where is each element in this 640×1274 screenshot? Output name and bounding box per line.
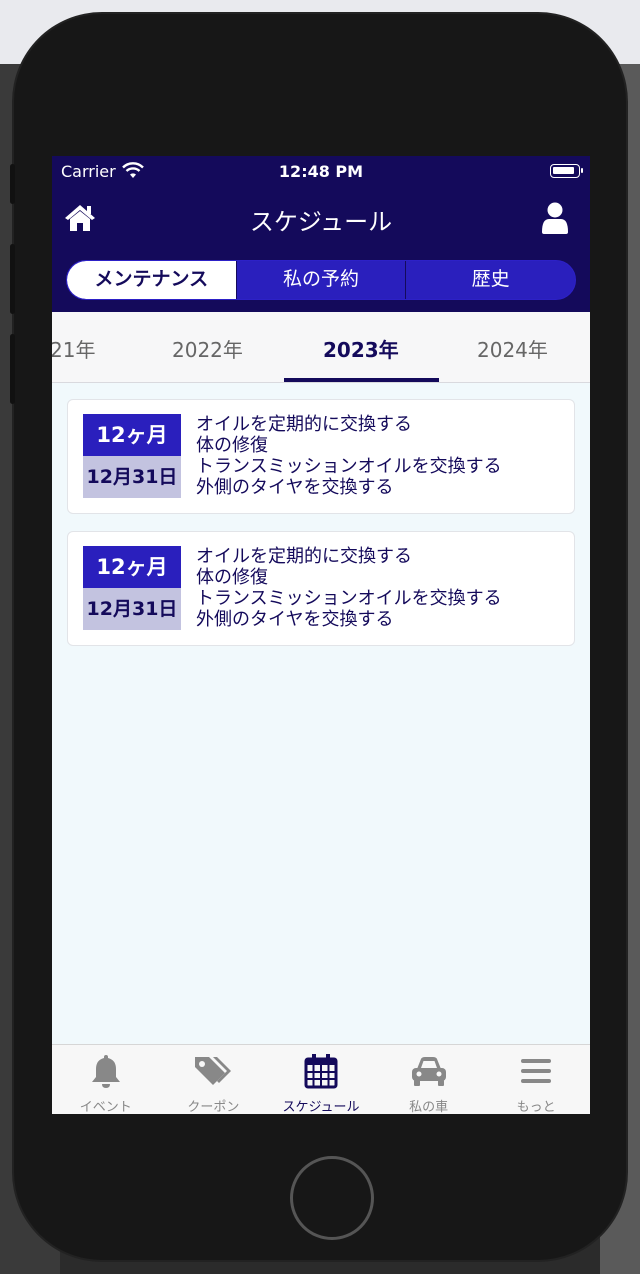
selected-year-indicator xyxy=(284,378,439,382)
home-hardware-button[interactable] xyxy=(290,1156,374,1240)
tab-label: もっと xyxy=(516,1100,556,1114)
segment-bar: メンテナンス 私の予約 歴史 xyxy=(52,246,590,312)
segment-history[interactable]: 歴史 xyxy=(405,261,575,299)
tab-label: スケジュール xyxy=(282,1100,360,1114)
tags-icon xyxy=(195,1057,232,1085)
task-item: 外側のタイヤを交換する xyxy=(196,609,394,630)
nav-bar: スケジュール xyxy=(52,188,590,246)
tab-label: クーポン xyxy=(187,1100,240,1114)
task-item: トランスミッションオイルを交換する xyxy=(196,456,502,477)
tab-more[interactable]: もっと xyxy=(482,1045,590,1114)
tab-bar: イベント クーポン スケジュール 私の車 もっと xyxy=(52,1044,590,1114)
status-bar: Carrier 12:48 PM xyxy=(52,156,590,188)
tab-my-car[interactable]: 私の車 xyxy=(375,1045,483,1114)
schedule-card[interactable]: 12ヶ月 12月31日 オイルを定期的に交換する 体の修復 トランスミッションオ… xyxy=(67,531,575,646)
task-item: 外側のタイヤを交換する xyxy=(196,477,394,498)
tab-events[interactable]: イベント xyxy=(52,1045,160,1114)
side-button xyxy=(10,164,15,204)
schedule-card[interactable]: 12ヶ月 12月31日 オイルを定期的に交換する 体の修復 トランスミッションオ… xyxy=(67,399,575,514)
side-button xyxy=(10,244,15,314)
tab-schedule[interactable]: スケジュール xyxy=(267,1045,375,1114)
year-tab-2024[interactable]: 2024年 xyxy=(477,334,548,363)
battery-icon xyxy=(550,164,583,178)
bell-icon xyxy=(91,1055,120,1088)
segment-my-reservations[interactable]: 私の予約 xyxy=(235,261,406,299)
status-time: 12:48 PM xyxy=(278,162,364,181)
interval-badge: 12ヶ月 xyxy=(83,546,181,588)
user-profile-icon[interactable] xyxy=(542,202,568,234)
task-list: オイルを定期的に交換する 体の修復 トランスミッションオイルを交換する 外側のタ… xyxy=(196,546,502,630)
task-item: オイルを定期的に交換する xyxy=(196,414,412,435)
date-badge: 12月31日 xyxy=(83,588,181,630)
task-item: オイルを定期的に交換する xyxy=(196,546,412,567)
year-tab-2023[interactable]: 2023年 xyxy=(323,334,399,363)
app-screen: Carrier 12:48 PM スケジュール メンテナンス 私の予約 歴史 2… xyxy=(52,156,590,1114)
car-icon xyxy=(411,1057,446,1086)
side-button xyxy=(10,334,15,404)
tab-coupons[interactable]: クーポン xyxy=(160,1045,268,1114)
page-title: スケジュール xyxy=(249,208,393,236)
year-selector: 21年 2022年 2023年 2024年 xyxy=(52,312,590,383)
calendar-icon xyxy=(304,1054,338,1089)
segmented-control: メンテナンス 私の予約 歴史 xyxy=(66,260,576,300)
task-item: 体の修復 xyxy=(196,567,268,588)
year-tab-2021[interactable]: 21年 xyxy=(52,334,95,363)
year-tab-2022[interactable]: 2022年 xyxy=(172,334,243,363)
tab-label: イベント xyxy=(79,1100,132,1114)
task-item: 体の修復 xyxy=(196,435,268,456)
menu-icon xyxy=(521,1059,552,1083)
date-badge: 12月31日 xyxy=(83,456,181,498)
tab-label: 私の車 xyxy=(409,1100,449,1114)
interval-badge: 12ヶ月 xyxy=(83,414,181,456)
segment-maintenance[interactable]: メンテナンス xyxy=(67,261,236,299)
task-list: オイルを定期的に交換する 体の修復 トランスミッションオイルを交換する 外側のタ… xyxy=(196,414,502,498)
task-item: トランスミッションオイルを交換する xyxy=(196,588,502,609)
